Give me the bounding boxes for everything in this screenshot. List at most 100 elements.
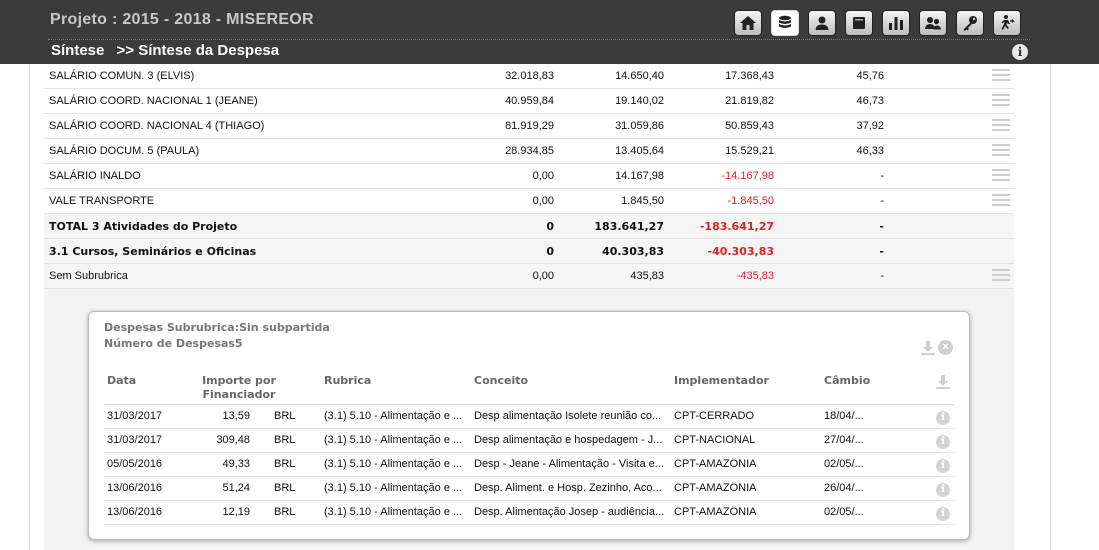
expense-row[interactable]: 13/06/2016 12,19 BRL (3.1) 5.10 - Alimentaç… bbox=[104, 501, 954, 525]
expense-date: 05/05/2016 bbox=[107, 458, 163, 470]
table-row: SALÁRIO COMUN. 3 (ELVIS) 32.018,83 14.650,… bbox=[44, 64, 1014, 89]
close-icon[interactable]: × bbox=[938, 340, 953, 355]
row-budget: 0 bbox=[546, 220, 554, 233]
bar-chart-icon[interactable] bbox=[882, 10, 910, 36]
row-percent: 46,73 bbox=[856, 95, 884, 107]
row-budget: 81.919,29 bbox=[505, 120, 554, 132]
breadcrumb-synthesis[interactable]: Síntese bbox=[51, 42, 104, 59]
table-row: TOTAL 3 Atividades do Projeto 0 183.641,27… bbox=[44, 214, 1014, 239]
row-name: SALÁRIO COMUN. 3 (ELVIS) bbox=[49, 70, 195, 82]
expense-conceito: Desp. Alimentação Josep - audiência... bbox=[474, 506, 665, 518]
row-info-icon[interactable]: i bbox=[936, 459, 950, 473]
row-balance: -183.641,27 bbox=[699, 220, 774, 233]
expenses-count: Número de Despesas5 bbox=[104, 337, 243, 350]
row-percent: 46,33 bbox=[856, 145, 884, 157]
list-icon[interactable] bbox=[992, 119, 1010, 135]
row-spent: 13.405,64 bbox=[615, 145, 664, 157]
download-icon[interactable] bbox=[920, 340, 936, 356]
row-balance: 21.819,82 bbox=[725, 95, 774, 107]
list-icon[interactable] bbox=[992, 194, 1010, 210]
table-row: SALÁRIO COORD. NACIONAL 1 (JEANE) 40.959,… bbox=[44, 89, 1014, 114]
list-icon[interactable] bbox=[992, 169, 1010, 185]
list-icon[interactable] bbox=[992, 94, 1010, 110]
row-spent: 14.167,98 bbox=[615, 170, 664, 182]
expense-date: 31/03/2017 bbox=[107, 434, 163, 446]
row-info-icon[interactable]: i bbox=[936, 483, 950, 497]
column-header-cambio[interactable]: Câmbio bbox=[824, 374, 870, 388]
subrubrica-title: Despesas Subrubrica:Sin subpartida bbox=[104, 321, 330, 334]
table-row: SALÁRIO INALDO 0,00 14.167,98 -14.167,98 - bbox=[44, 164, 1014, 189]
row-balance: 15.529,21 bbox=[725, 145, 774, 157]
toolbar-icons bbox=[734, 10, 1030, 36]
row-spent: 19.140,02 bbox=[615, 95, 664, 107]
row-info-icon[interactable]: i bbox=[936, 435, 950, 449]
row-name: SALÁRIO DOCUM. 5 (PAULA) bbox=[49, 145, 200, 157]
row-percent: - bbox=[880, 195, 884, 207]
row-balance: -1.845,50 bbox=[727, 195, 774, 207]
column-header-importe[interactable]: Importe por Financiador bbox=[199, 374, 279, 402]
row-budget: 40.959,84 bbox=[505, 95, 554, 107]
subrubrica-expenses-panel: Despesas Subrubrica:Sin subpartida Númer… bbox=[88, 311, 970, 540]
user-icon[interactable] bbox=[808, 10, 836, 36]
home-icon[interactable] bbox=[734, 10, 762, 36]
expense-currency: BRL bbox=[274, 458, 296, 470]
expense-implementador: CPT-NACIONAL bbox=[674, 434, 756, 446]
users-icon[interactable] bbox=[919, 10, 947, 36]
list-icon[interactable] bbox=[992, 69, 1010, 85]
database-icon[interactable] bbox=[771, 10, 799, 36]
expense-conceito: Desp. Aliment. e Hosp. Zezinho, Aco... bbox=[474, 482, 662, 494]
column-header-implementador[interactable]: Implementador bbox=[674, 374, 769, 388]
header-divider bbox=[48, 39, 1030, 40]
column-header-conceito[interactable]: Conceito bbox=[474, 374, 528, 388]
row-balance: 17.368,43 bbox=[725, 70, 774, 82]
info-icon[interactable]: i bbox=[1012, 44, 1028, 60]
row-budget: 32.018,83 bbox=[505, 70, 554, 82]
book-icon[interactable] bbox=[845, 10, 873, 36]
expense-row[interactable]: 13/06/2016 51,24 BRL (3.1) 5.10 - Alimentaç… bbox=[104, 477, 954, 501]
row-budget: 0,00 bbox=[532, 195, 554, 207]
row-name: VALE TRANSPORTE bbox=[49, 195, 155, 207]
row-name: SALÁRIO COORD. NACIONAL 1 (JEANE) bbox=[49, 95, 258, 107]
row-spent: 14.650,40 bbox=[615, 70, 664, 82]
list-icon[interactable] bbox=[992, 144, 1010, 160]
expense-rubrica: (3.1) 5.10 - Alimentação e ... bbox=[324, 410, 463, 422]
expense-implementador: CPT-AMAZÔNIA bbox=[674, 482, 757, 494]
expense-row[interactable]: 05/05/2016 49,33 BRL (3.1) 5.10 - Alimentaç… bbox=[104, 453, 954, 477]
top-bar: Projeto : 2015 - 2018 - MISEREOR Síntese… bbox=[0, 0, 1099, 64]
row-info-icon[interactable]: i bbox=[936, 411, 950, 425]
row-name: SALÁRIO INALDO bbox=[49, 170, 141, 182]
row-spent: 31.059,86 bbox=[615, 120, 664, 132]
expense-cambio: 26/04/... bbox=[824, 482, 864, 494]
key-icon[interactable] bbox=[956, 10, 984, 36]
row-name: TOTAL 3 Atividades do Projeto bbox=[49, 220, 238, 233]
project-title: Projeto : 2015 - 2018 - MISEREOR bbox=[50, 11, 314, 28]
expense-cambio: 02/05/... bbox=[824, 458, 864, 470]
expense-amount: 12,19 bbox=[222, 506, 250, 518]
row-percent: - bbox=[879, 245, 884, 258]
expense-row[interactable]: 31/03/2017 309,48 BRL (3.1) 5.10 - Alimenta… bbox=[104, 429, 954, 453]
row-balance: -435,83 bbox=[736, 270, 774, 282]
row-percent: - bbox=[879, 220, 884, 233]
column-header-rubrica[interactable]: Rubrica bbox=[324, 374, 371, 388]
row-percent: - bbox=[880, 170, 884, 182]
row-budget: 28.934,85 bbox=[505, 145, 554, 157]
expense-row[interactable]: 31/03/2017 13,59 BRL (3.1) 5.10 - Alimentaç… bbox=[104, 405, 954, 429]
expense-cambio: 27/04/... bbox=[824, 434, 864, 446]
table-row: VALE TRANSPORTE 0,00 1.845,50 -1.845,50 - bbox=[44, 189, 1014, 214]
expense-cambio: 02/05/... bbox=[824, 506, 864, 518]
expense-implementador: CPT-CERRADO bbox=[674, 410, 755, 422]
expense-amount: 49,33 bbox=[222, 458, 250, 470]
column-header-date[interactable]: Data bbox=[107, 374, 136, 388]
expense-currency: BRL bbox=[274, 410, 296, 422]
export-icon[interactable] bbox=[935, 374, 951, 390]
expense-conceito: Desp alimentação e hospedagem - J... bbox=[474, 434, 663, 446]
expense-summary-table: SALÁRIO COMUN. 3 (ELVIS) 32.018,83 14.650,… bbox=[44, 64, 1014, 289]
exit-icon[interactable] bbox=[993, 10, 1021, 36]
table-row: SALÁRIO DOCUM. 5 (PAULA) 28.934,85 13.405,… bbox=[44, 139, 1014, 164]
list-icon[interactable] bbox=[992, 269, 1010, 285]
expense-amount: 51,24 bbox=[222, 482, 250, 494]
row-info-icon[interactable]: i bbox=[936, 507, 950, 521]
row-name: 3.1 Cursos, Seminários e Oficinas bbox=[49, 245, 257, 258]
row-budget: 0 bbox=[546, 245, 554, 258]
table-row: Sem Subrubrica 0,00 435,83 -435,83 - bbox=[44, 264, 1014, 289]
